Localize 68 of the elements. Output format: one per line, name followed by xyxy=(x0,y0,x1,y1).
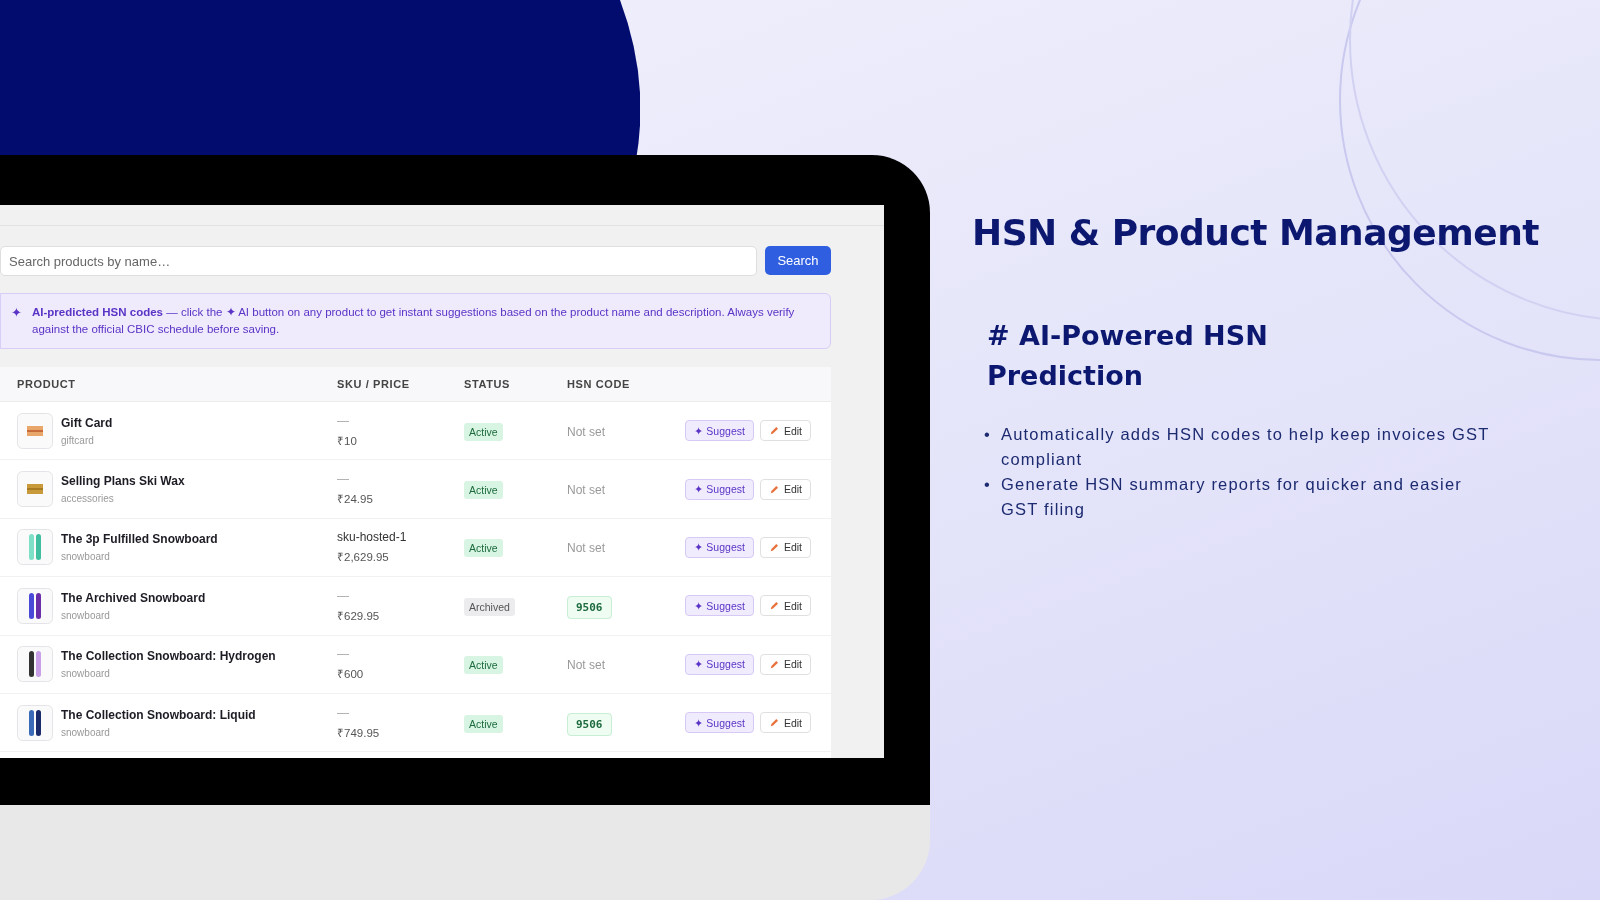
hsn-code: 9506 xyxy=(567,712,612,736)
slide-title: HSN & Product Management xyxy=(972,212,1540,253)
column-header: STATUS xyxy=(464,378,511,390)
product-category: giftcard xyxy=(61,434,95,446)
bullet-point: Automatically adds HSN codes to help keep invoices GST compliant xyxy=(1001,424,1491,470)
product-category: snowboard xyxy=(61,551,111,563)
status-badge: Archived xyxy=(464,597,515,616)
sparkle-icon: ✦ xyxy=(11,304,22,338)
product-category: snowboard xyxy=(61,609,111,621)
bullet-marker: • xyxy=(984,424,991,445)
search-field[interactable]: Search products by name… xyxy=(0,246,757,276)
product-sku: — xyxy=(337,647,350,662)
pencil-icon xyxy=(768,541,780,553)
product-price: ₹749.95 xyxy=(337,725,381,740)
hsn-code: Not set xyxy=(567,658,605,673)
suggest-button[interactable]: ✦ Suggest xyxy=(685,653,754,675)
edit-button[interactable]: Edit xyxy=(759,712,811,734)
bullet-point: Generate HSN summary reports for quicker and easier GST filing xyxy=(1001,474,1463,520)
bullet-marker: • xyxy=(984,474,991,495)
section-heading: # AI-Powered HSN Prediction xyxy=(987,319,1269,393)
search-button[interactable]: Search xyxy=(765,246,831,275)
product-name: The Archived Snowboard xyxy=(61,590,206,605)
suggest-button[interactable]: ✦ Suggest xyxy=(685,595,754,617)
status-badge: Active xyxy=(464,656,503,675)
product-price: ₹629.95 xyxy=(337,608,381,623)
product-name: Selling Plans Ski Wax xyxy=(61,474,185,489)
suggest-button[interactable]: ✦ Suggest xyxy=(685,712,754,734)
column-header: HSN CODE xyxy=(567,378,631,390)
banner-text: AI-predicted HSN codes — click the ✦ AI button on any product to get instant suggestions based on the product name and description. Always verify against the official CBIC schedule before saving. xyxy=(32,305,796,337)
status-badge: Active xyxy=(464,539,503,558)
suggest-button[interactable]: ✦ Suggest xyxy=(685,536,754,558)
edit-button[interactable]: Edit xyxy=(759,420,811,442)
hsn-code: Not set xyxy=(567,483,605,498)
product-sku: — xyxy=(337,413,350,428)
product-price: ₹2,629.95 xyxy=(337,550,390,565)
product-price: ₹10 xyxy=(337,433,358,448)
hsn-code: Not set xyxy=(567,541,605,556)
product-name: The 3p Fulfilled Snowboard xyxy=(61,532,218,547)
product-category: snowboard xyxy=(61,668,111,680)
product-sku: — xyxy=(337,472,350,487)
edit-button[interactable]: Edit xyxy=(759,478,811,500)
column-header: PRODUCT xyxy=(17,378,77,390)
pencil-icon xyxy=(768,483,780,495)
product-sku: — xyxy=(337,705,350,720)
hsn-code: 9506 xyxy=(567,595,612,619)
edit-button[interactable]: Edit xyxy=(759,653,811,675)
pencil-icon xyxy=(768,717,780,729)
status-badge: Active xyxy=(464,714,503,733)
pencil-icon xyxy=(768,425,780,437)
product-category: accessories xyxy=(61,493,115,505)
edit-button[interactable]: Edit xyxy=(759,536,811,558)
status-badge: Active xyxy=(464,481,503,500)
pencil-icon xyxy=(768,600,780,612)
product-sku: — xyxy=(337,588,350,603)
pencil-icon xyxy=(768,658,780,670)
product-price: ₹24.95 xyxy=(337,492,374,507)
product-sku: sku-hosted-1 xyxy=(337,530,408,545)
hsn-code: Not set xyxy=(567,424,605,439)
suggest-button[interactable]: ✦ Suggest xyxy=(685,420,754,442)
product-name: Gift Card xyxy=(61,415,113,430)
product-price: ₹600 xyxy=(337,667,365,682)
product-category: snowboard xyxy=(61,726,111,738)
product-name: The Collection Snowboard: Hydrogen xyxy=(61,649,276,664)
column-header: SKU / PRICE xyxy=(337,378,411,390)
product-name: The Collection Snowboard: Liquid xyxy=(61,707,256,722)
suggest-button[interactable]: ✦ Suggest xyxy=(685,478,754,500)
edit-button[interactable]: Edit xyxy=(759,595,811,617)
status-badge: Active xyxy=(464,422,503,441)
